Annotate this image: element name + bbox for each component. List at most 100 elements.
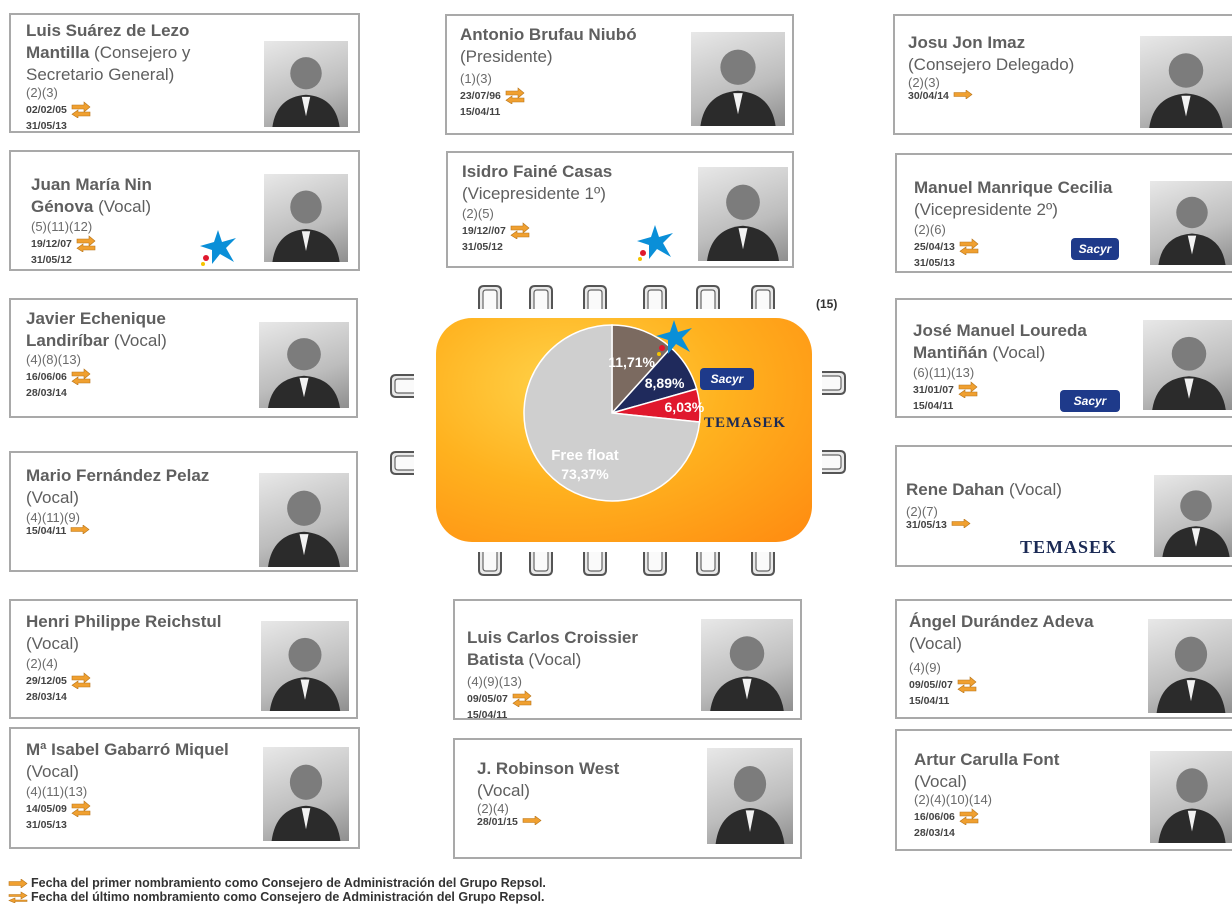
- member-photo: [259, 473, 349, 567]
- reappointment-arrows-icon: [71, 671, 91, 692]
- member-meta: (2)(4) 29/12/05 28/03/14: [26, 655, 91, 703]
- member-card-brufau: Antonio Brufau Niubó (Presidente) (1)(3) …: [445, 14, 794, 135]
- reappointment-arrows-icon: [959, 237, 979, 258]
- member-card-dahan: Rene Dahan (Vocal) (2)(7) 31/05/13 TEMAS…: [895, 445, 1232, 567]
- member-meta: (4)(11)(13) 14/05/09 31/05/13: [26, 783, 91, 831]
- member-photo: [261, 621, 349, 711]
- member-photo: [1150, 751, 1232, 843]
- member-name: Juan María Nin Génova (Vocal): [31, 175, 152, 216]
- first-appointment-arrow-icon: [70, 524, 90, 537]
- reappointment-arrows-icon: [71, 100, 91, 121]
- member-card-durandez: Ángel Durández Adeva (Vocal) (4)(9) 09/05…: [895, 599, 1232, 719]
- member-name: Antonio Brufau Niubó (Presidente): [460, 25, 637, 66]
- chair-icon: [526, 283, 556, 313]
- member-photo: [701, 619, 793, 711]
- member-card-reichstul: Henri Philippe Reichstul (Vocal) (2)(4) …: [9, 599, 358, 719]
- legend-last-text: Fecha del último nombramiento como Conse…: [31, 890, 545, 904]
- legend-first-appointment: Fecha del primer nombramiento como Conse…: [8, 876, 546, 890]
- caixa-star-logo-icon: [198, 228, 238, 269]
- chair-icon: [640, 548, 670, 578]
- member-photo: [707, 748, 793, 844]
- member-card-faine: Isidro Fainé Casas (Vicepresidente 1º) (2…: [446, 151, 794, 268]
- reappointment-arrows-icon: [71, 799, 91, 820]
- sacyr-logo: Sacyr: [1071, 238, 1119, 260]
- member-name: Luis Carlos Croissier Batista (Vocal): [467, 628, 639, 669]
- sacyr-logo: Sacyr: [700, 368, 754, 390]
- member-card-echenique: Javier Echenique Landiríbar (Vocal) (4)(…: [9, 298, 358, 418]
- sacyr-logo: Sacyr: [1060, 390, 1120, 412]
- member-photo: [1140, 36, 1232, 128]
- reappointment-arrows-icon: [71, 367, 91, 388]
- chair-icon: [693, 548, 723, 578]
- reappointment-arrows-icon: [505, 86, 525, 107]
- member-photo: [264, 41, 348, 127]
- reappointment-arrows-icon: [959, 807, 979, 828]
- member-card-carulla: Artur Carulla Font (Vocal) (2)(4)(10)(14)…: [895, 729, 1232, 851]
- member-meta: (6)(11)(13) 31/01/07 15/04/11: [913, 364, 978, 412]
- member-name: Josu Jon Imaz (Consejero Delegado): [908, 33, 1075, 74]
- reappointment-arrows-icon: [510, 221, 530, 242]
- member-photo: [1150, 181, 1232, 265]
- member-meta: (2)(3) 02/02/05 31/05/13: [26, 84, 91, 131]
- first-appointment-arrow-icon: [522, 815, 542, 828]
- chair-icon: [388, 371, 418, 401]
- chair-icon: [580, 548, 610, 578]
- member-card-manrique: Manuel Manrique Cecilia (Vicepresidente …: [895, 153, 1232, 273]
- caixa-star-logo-icon: [635, 223, 675, 266]
- member-card-gabarro: Mª Isabel Gabarró Miquel (Vocal) (4)(11)…: [9, 727, 360, 849]
- member-photo: [691, 32, 785, 126]
- member-card-fernandez: Mario Fernández Pelaz (Vocal) (4)(11)(9)…: [9, 451, 358, 572]
- member-name: Artur Carulla Font (Vocal): [914, 750, 1060, 791]
- chair-icon: [693, 283, 723, 313]
- chair-icon: [640, 283, 670, 313]
- legend-first-text: Fecha del primer nombramiento como Conse…: [31, 876, 546, 890]
- first-appointment-arrow-icon: [8, 878, 28, 888]
- member-name: Rene Dahan (Vocal): [906, 480, 1062, 499]
- reappointment-arrows-icon: [958, 380, 978, 401]
- chair-icon: [818, 447, 848, 477]
- member-card-nin: Juan María Nin Génova (Vocal) (5)(11)(12…: [9, 150, 360, 271]
- member-meta: (1)(3) 23/07/96 15/04/11: [460, 70, 525, 118]
- member-meta: (2)(7) 31/05/13: [906, 503, 971, 531]
- member-meta: (2)(6) 25/04/13 31/05/13: [914, 221, 979, 269]
- member-name: Mario Fernández Pelaz (Vocal): [26, 466, 210, 507]
- member-card-west: J. Robinson West (Vocal) (2)(4) 28/01/15: [453, 738, 802, 859]
- member-meta: (4)(8)(13) 16/06/06 28/03/14: [26, 351, 91, 399]
- reappointment-arrows-icon: [512, 689, 532, 710]
- member-meta: (2)(5) 19/12//07 31/05/12: [462, 205, 530, 253]
- first-appointment-arrow-icon: [953, 89, 973, 102]
- legend-last-appointment: Fecha del último nombramiento como Conse…: [8, 890, 545, 904]
- reappointment-arrows-icon: [76, 234, 96, 255]
- chair-icon: [526, 548, 556, 578]
- chair-icon: [580, 283, 610, 313]
- chair-icon: [818, 368, 848, 398]
- caixa-star-logo-icon: [654, 318, 694, 361]
- member-card-suarez: Luis Suárez de Lezo Mantilla (Consejero …: [9, 13, 360, 133]
- member-name: José Manuel Loureda Mantiñán (Vocal): [913, 321, 1087, 362]
- member-meta: (2)(4)(10)(14) 16/06/06 28/03/14: [914, 792, 993, 839]
- member-card-loureda: José Manuel Loureda Mantiñán (Vocal) (6)…: [895, 298, 1232, 418]
- member-meta: (2)(3) 30/04/14: [908, 74, 973, 102]
- member-meta: (4)(9)(13) 09/05/07 15/04/11: [467, 673, 532, 718]
- member-name: Ángel Durández Adeva (Vocal): [909, 612, 1094, 653]
- chair-icon: [475, 548, 505, 578]
- member-name: Mª Isabel Gabarró Miquel (Vocal): [26, 740, 229, 781]
- member-card-imaz: Josu Jon Imaz (Consejero Delegado) (2)(3)…: [893, 14, 1232, 135]
- chair-count-note: (15): [816, 297, 838, 311]
- member-photo: [264, 174, 348, 262]
- member-photo: [259, 322, 349, 408]
- chair-icon: [748, 283, 778, 313]
- member-photo: [1143, 320, 1232, 410]
- reappointment-arrows-icon: [8, 891, 28, 903]
- member-meta: (4)(11)(9) 15/04/11: [26, 509, 90, 537]
- member-name: Isidro Fainé Casas (Vicepresidente 1º): [462, 162, 613, 203]
- member-meta: (5)(11)(12) 19/12/07 31/05/12: [31, 218, 96, 266]
- member-name: J. Robinson West (Vocal): [477, 759, 620, 800]
- member-photo: [1148, 619, 1232, 713]
- chair-icon: [388, 448, 418, 478]
- temasek-logo: TEMASEK: [1020, 537, 1118, 557]
- member-meta: (4)(9) 09/05//07 15/04/11: [909, 659, 977, 707]
- first-appointment-arrow-icon: [951, 518, 971, 531]
- chair-icon: [748, 548, 778, 578]
- member-meta: (2)(4) 28/01/15: [477, 800, 542, 828]
